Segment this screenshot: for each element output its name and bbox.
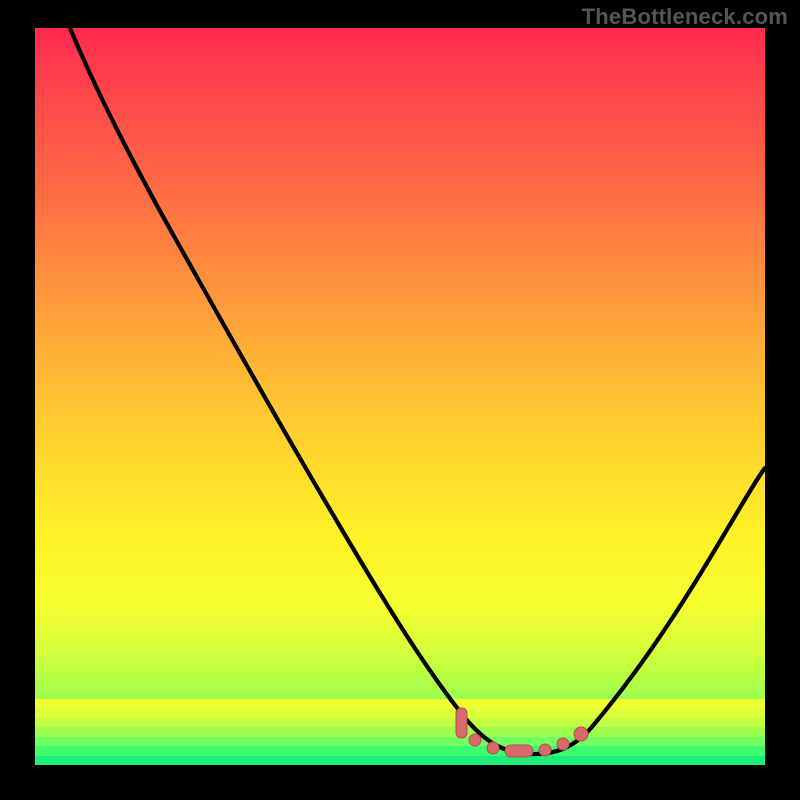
watermark-text: TheBottleneck.com — [582, 4, 788, 30]
chart-frame: TheBottleneck.com — [0, 0, 800, 800]
bottleneck-curve-svg — [35, 28, 765, 765]
bottleneck-curve — [70, 28, 765, 754]
plot-area — [35, 28, 765, 765]
